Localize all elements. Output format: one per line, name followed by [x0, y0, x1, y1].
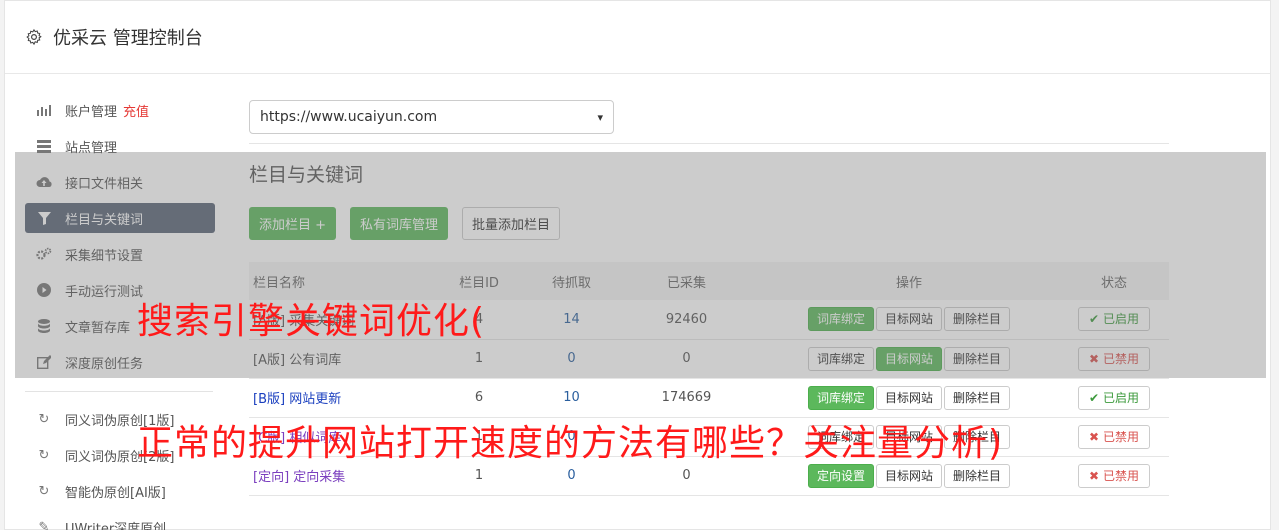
collected-count-cell: 174669 — [661, 390, 712, 405]
bind-lexicon-button[interactable]: 词库绑定 — [807, 385, 874, 410]
sidebar-item-uwriter[interactable]: ✎ UWriter深度原创 — [25, 512, 215, 530]
status-label: 已禁用 — [1102, 468, 1139, 483]
sidebar-item-ai-rewrite[interactable]: ↻ 智能伪原创[AI版] — [25, 476, 215, 506]
target-site-button[interactable]: 目标网站 — [875, 385, 942, 410]
column-tag: [B版] — [253, 392, 286, 407]
refresh-icon: ↻ — [38, 411, 50, 427]
status-label: 已启用 — [1102, 390, 1139, 405]
gear-icon — [26, 28, 42, 46]
column-name: 网站更新 — [289, 392, 342, 407]
status-cell: ✖ 已禁用 — [1059, 456, 1169, 495]
wait-count-cell[interactable]: 10 — [529, 378, 614, 417]
bind-lexicon-button[interactable]: 定向设置 — [807, 463, 874, 488]
ops-cell: 词库绑定 目标网站 删除栏目 — [759, 378, 1059, 417]
close-icon: ✖ — [1089, 429, 1100, 444]
bar-chart-icon — [35, 103, 53, 117]
refresh-icon: ↻ — [38, 483, 50, 499]
overlay-headline-1: 搜索引擎关键词优化( — [137, 301, 486, 342]
panel-header: 优采云 管理控制台 — [5, 1, 1270, 74]
divider — [249, 143, 1169, 144]
sidebar-item-account[interactable]: 账户管理 充值 — [25, 95, 215, 125]
status-toggle[interactable]: ✖ 已禁用 — [1078, 424, 1150, 449]
column-name: 定向采集 — [293, 470, 346, 485]
page-title: 优采云 管理控制台 — [53, 28, 203, 49]
overlay-headline-2: 正常的提升网站打开速度的方法有哪些？关注量分析) — [137, 423, 1004, 464]
site-select-value: https://www.ucaiyun.com — [260, 109, 438, 125]
delete-column-button[interactable]: 删除栏目 — [944, 463, 1011, 488]
delete-column-button[interactable]: 删除栏目 — [944, 385, 1011, 410]
status-cell: ✖ 已禁用 — [1059, 417, 1169, 456]
close-icon: ✖ — [1089, 468, 1100, 483]
sidebar-item-label: 智能伪原创[AI版] — [65, 485, 166, 501]
sidebar-item-label: UWriter深度原创 — [65, 521, 167, 530]
status-toggle[interactable]: ✔ 已启用 — [1078, 385, 1150, 410]
status-label: 已禁用 — [1102, 429, 1139, 444]
sidebar-item-label: 账户管理 — [65, 104, 118, 120]
image-overlay — [15, 152, 1266, 378]
status-cell: ✔ 已启用 — [1059, 378, 1169, 417]
column-tag: [定向] — [253, 470, 290, 485]
server-icon — [35, 139, 53, 153]
column-id-cell: 6 — [474, 390, 484, 405]
table-row: [B版] 网站更新 6 10 174669 词库绑定 目标网站 删除栏目 ✔ 已启用 — [249, 378, 1169, 417]
target-site-button[interactable]: 目标网站 — [875, 463, 942, 488]
check-icon: ✔ — [1089, 390, 1100, 405]
column-name-cell: [B版] 网站更新 — [249, 378, 429, 417]
recharge-link[interactable]: 充值 — [123, 101, 149, 120]
edit-icon: ✎ — [38, 519, 50, 530]
site-select[interactable]: https://www.ucaiyun.com ▾ — [249, 100, 614, 134]
sidebar-divider — [25, 391, 213, 392]
status-toggle[interactable]: ✖ 已禁用 — [1078, 463, 1150, 488]
refresh-icon: ↻ — [38, 447, 50, 463]
chevron-down-icon: ▾ — [597, 110, 603, 124]
